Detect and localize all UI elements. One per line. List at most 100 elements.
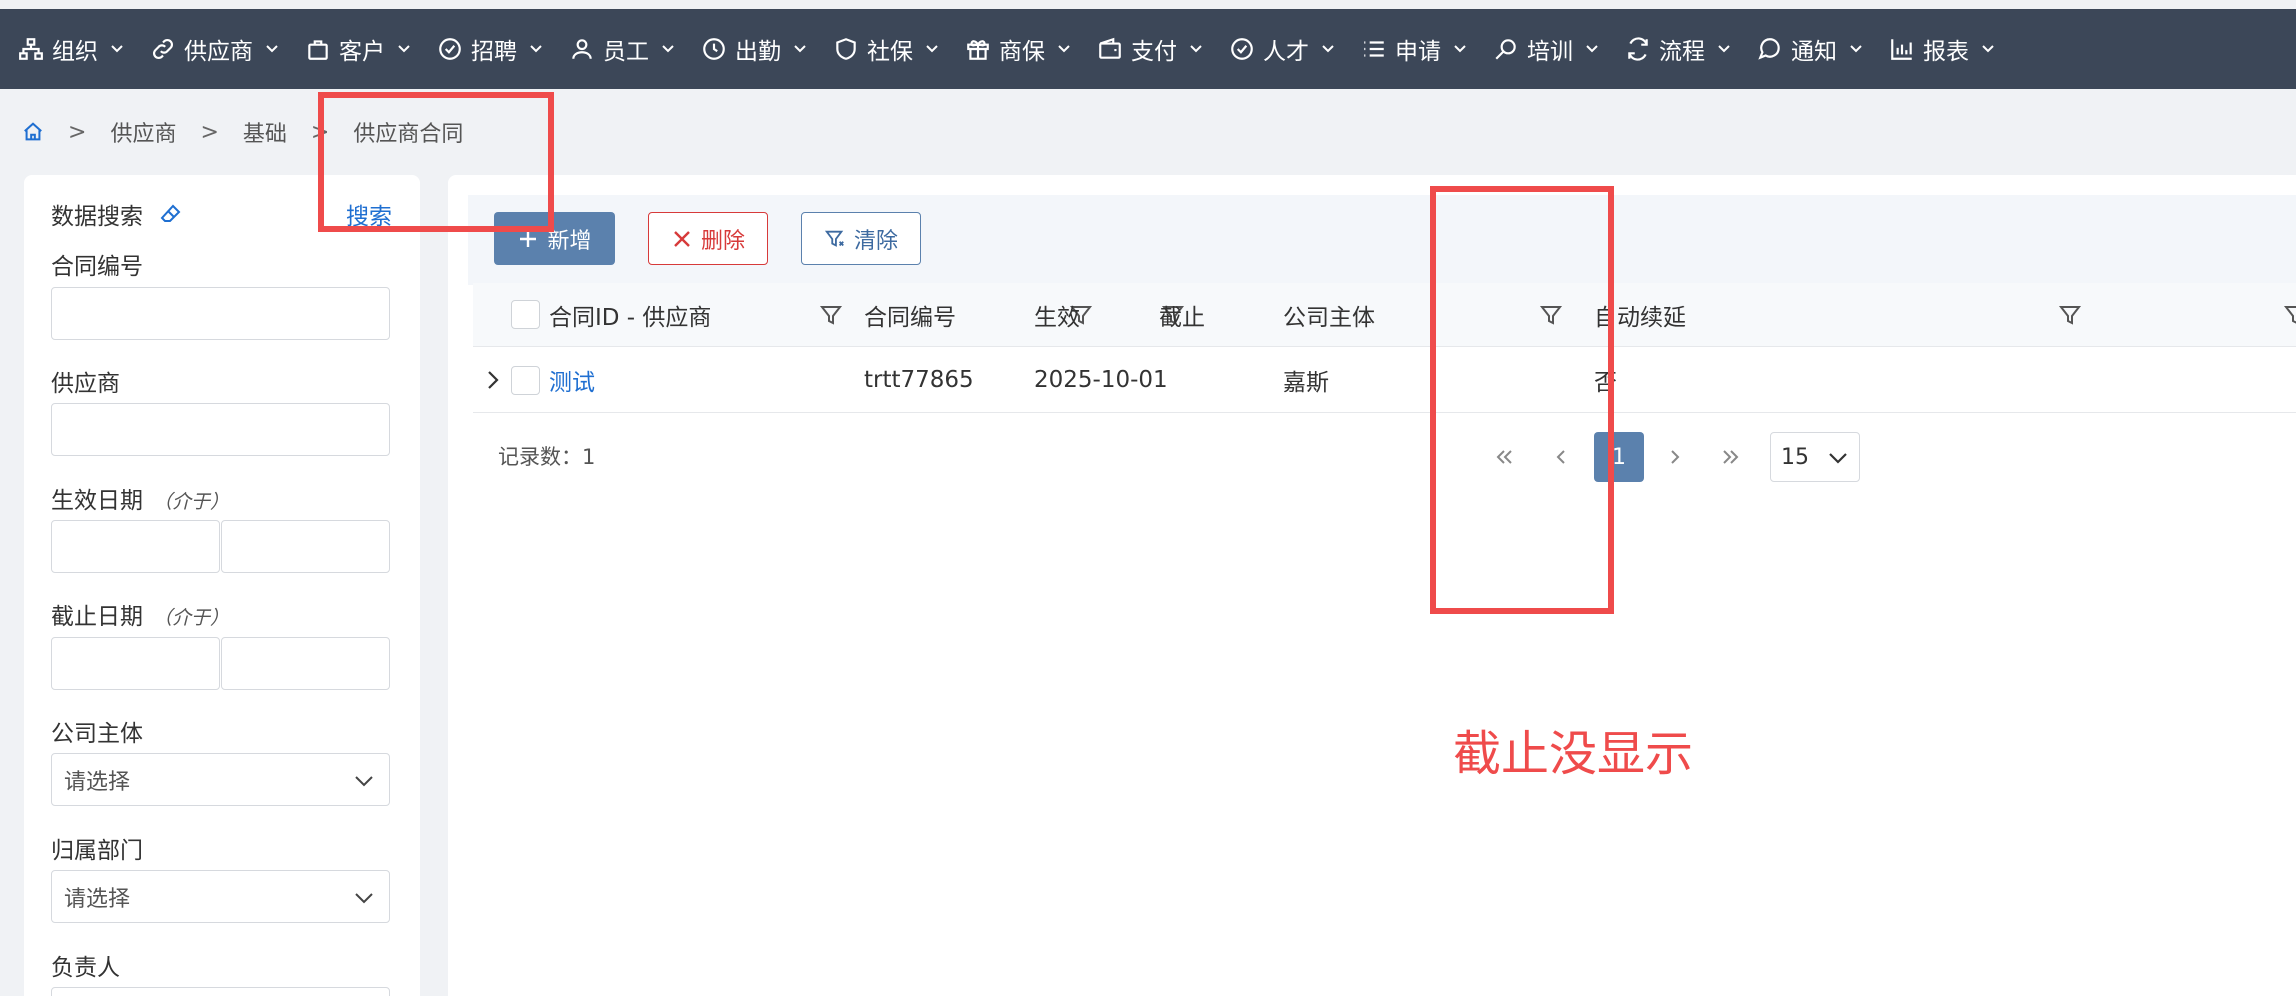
filter-icon[interactable] bbox=[2058, 303, 2082, 327]
nav-label: 申请 bbox=[1395, 39, 1441, 65]
chevron-down-icon bbox=[1981, 42, 1995, 56]
cell-effective: 2025-10-01 bbox=[1034, 367, 1168, 393]
label-supplier: 供应商 bbox=[51, 371, 120, 397]
breadcrumb-item-current: 供应商合同 bbox=[353, 122, 464, 147]
table-footer: 记录数：1 1 15 bbox=[448, 413, 2296, 493]
nav-item-report[interactable]: 报表 bbox=[1889, 32, 1995, 66]
current-page-button[interactable]: 1 bbox=[1594, 432, 1644, 482]
bag-icon bbox=[305, 36, 331, 62]
supplier-input[interactable] bbox=[51, 403, 390, 456]
link-icon bbox=[150, 36, 176, 62]
search-icon bbox=[1493, 36, 1519, 62]
select-all-checkbox[interactable] bbox=[511, 300, 540, 329]
column-header-company[interactable]: 公司主体 bbox=[1283, 283, 1375, 347]
clear-filter-button[interactable]: 清除 bbox=[801, 212, 921, 265]
department-select[interactable]: 请选择 bbox=[51, 870, 390, 923]
nav-item-recruit[interactable]: 招聘 bbox=[437, 32, 543, 66]
nav-item-attendance[interactable]: 出勤 bbox=[701, 32, 807, 66]
top-nav: 组织 供应商 客户 招聘 员工 出勤 社保 商保 支付 人才 申请 培训 流程 … bbox=[0, 9, 2296, 89]
chevron-down-icon bbox=[925, 42, 939, 56]
plus-icon bbox=[517, 228, 539, 250]
nav-item-payment[interactable]: 支付 bbox=[1097, 32, 1203, 66]
label-end-date-text: 截止日期 bbox=[51, 604, 143, 630]
chevron-down-icon bbox=[793, 42, 807, 56]
nav-label: 供应商 bbox=[184, 39, 253, 65]
column-header-auto-renew[interactable]: 自动续延 bbox=[1594, 283, 1686, 347]
breadcrumb-item-basic[interactable]: 基础 bbox=[243, 116, 287, 148]
nav-label: 报表 bbox=[1923, 39, 1969, 65]
org-icon bbox=[18, 36, 44, 62]
cell-auto-renew: 否 bbox=[1594, 370, 1617, 396]
nav-label: 商保 bbox=[999, 39, 1045, 65]
search-button[interactable]: 搜索 bbox=[346, 197, 392, 231]
chevron-down-icon bbox=[353, 887, 375, 909]
next-page-button[interactable] bbox=[1655, 437, 1695, 477]
last-page-button[interactable] bbox=[1711, 437, 1751, 477]
nav-item-talent[interactable]: 人才 bbox=[1229, 32, 1335, 66]
breadcrumb: > 供应商 > 基础 > 供应商合同 bbox=[22, 112, 463, 152]
nav-item-org[interactable]: 组织 bbox=[18, 32, 124, 66]
column-header-effective[interactable]: 生效 bbox=[1034, 283, 1080, 347]
chevron-down-icon bbox=[1717, 42, 1731, 56]
annotation-note: 截止没显示 bbox=[1453, 726, 1694, 782]
contract-no-input[interactable] bbox=[51, 287, 390, 340]
company-select-value: 请选择 bbox=[64, 769, 131, 795]
chevron-down-icon bbox=[265, 42, 279, 56]
column-header-id-supplier[interactable]: 合同ID - 供应商 bbox=[549, 283, 711, 347]
prev-page-button[interactable] bbox=[1541, 437, 1581, 477]
breadcrumb-separator: > bbox=[310, 119, 330, 145]
breadcrumb-item-supplier[interactable]: 供应商 bbox=[110, 116, 176, 148]
effective-date-to-input[interactable] bbox=[221, 520, 390, 573]
nav-item-commercial-insurance[interactable]: 商保 bbox=[965, 32, 1071, 66]
table-row[interactable]: 测试 trtt77865 2025-10-01 嘉斯 否 bbox=[473, 347, 2296, 413]
list-icon bbox=[1361, 36, 1387, 62]
chevron-down-icon bbox=[529, 42, 543, 56]
department-select-value: 请选择 bbox=[64, 886, 131, 912]
nav-item-notice[interactable]: 通知 bbox=[1757, 32, 1863, 66]
label-effective-date: 生效日期 （介于） bbox=[51, 481, 229, 515]
nav-item-customer[interactable]: 客户 bbox=[305, 32, 411, 66]
column-header-contract-no[interactable]: 合同编号 bbox=[864, 283, 956, 347]
end-date-from-input[interactable] bbox=[51, 637, 220, 690]
add-button-label: 新增 bbox=[547, 228, 592, 254]
delete-button[interactable]: 删除 bbox=[648, 212, 768, 265]
nav-item-application[interactable]: 申请 bbox=[1361, 32, 1467, 66]
chevron-down-icon bbox=[1189, 42, 1203, 56]
wallet-icon bbox=[1097, 36, 1123, 62]
nav-item-social-insurance[interactable]: 社保 bbox=[833, 32, 939, 66]
nav-label: 支付 bbox=[1131, 39, 1177, 65]
cell-id-supplier[interactable]: 测试 bbox=[549, 347, 595, 413]
chevron-right-icon[interactable] bbox=[483, 367, 503, 393]
nav-item-training[interactable]: 培训 bbox=[1493, 32, 1599, 66]
nav-item-employee[interactable]: 员工 bbox=[569, 32, 675, 66]
main-panel: 新增 删除 清除 合同ID - 供应商 合同编号 生效 截止 公司主体 自动续延… bbox=[448, 175, 2296, 996]
refresh-icon bbox=[1625, 36, 1651, 62]
nav-item-supplier[interactable]: 供应商 bbox=[150, 32, 279, 66]
chevron-down-icon bbox=[353, 770, 375, 792]
add-button[interactable]: 新增 bbox=[494, 212, 615, 265]
end-date-to-input[interactable] bbox=[221, 637, 390, 690]
close-icon bbox=[671, 228, 693, 250]
nav-label: 社保 bbox=[867, 39, 913, 65]
first-page-button[interactable] bbox=[1484, 437, 1524, 477]
row-checkbox[interactable] bbox=[511, 366, 540, 395]
effective-date-from-input[interactable] bbox=[51, 520, 220, 573]
filter-icon[interactable] bbox=[1539, 303, 1563, 327]
check-circle-icon bbox=[1229, 36, 1255, 62]
eraser-icon[interactable] bbox=[159, 202, 183, 226]
home-icon[interactable] bbox=[22, 121, 44, 143]
nav-item-workflow[interactable]: 流程 bbox=[1625, 32, 1731, 66]
chevron-down-icon bbox=[1453, 42, 1467, 56]
page-size-select[interactable]: 15 bbox=[1770, 432, 1860, 482]
chevron-down-icon bbox=[110, 42, 124, 56]
nav-label: 出勤 bbox=[735, 39, 781, 65]
chat-icon bbox=[1757, 36, 1783, 62]
filter-icon[interactable] bbox=[819, 303, 843, 327]
column-header-end[interactable]: 截止 bbox=[1159, 283, 1205, 347]
cell-company: 嘉斯 bbox=[1283, 370, 1329, 396]
company-select[interactable]: 请选择 bbox=[51, 753, 390, 806]
chevron-down-icon bbox=[1827, 447, 1849, 469]
owner-input[interactable] bbox=[51, 987, 390, 996]
cell-contract-no: trtt77865 bbox=[864, 367, 974, 393]
filter-icon[interactable] bbox=[2283, 303, 2296, 327]
